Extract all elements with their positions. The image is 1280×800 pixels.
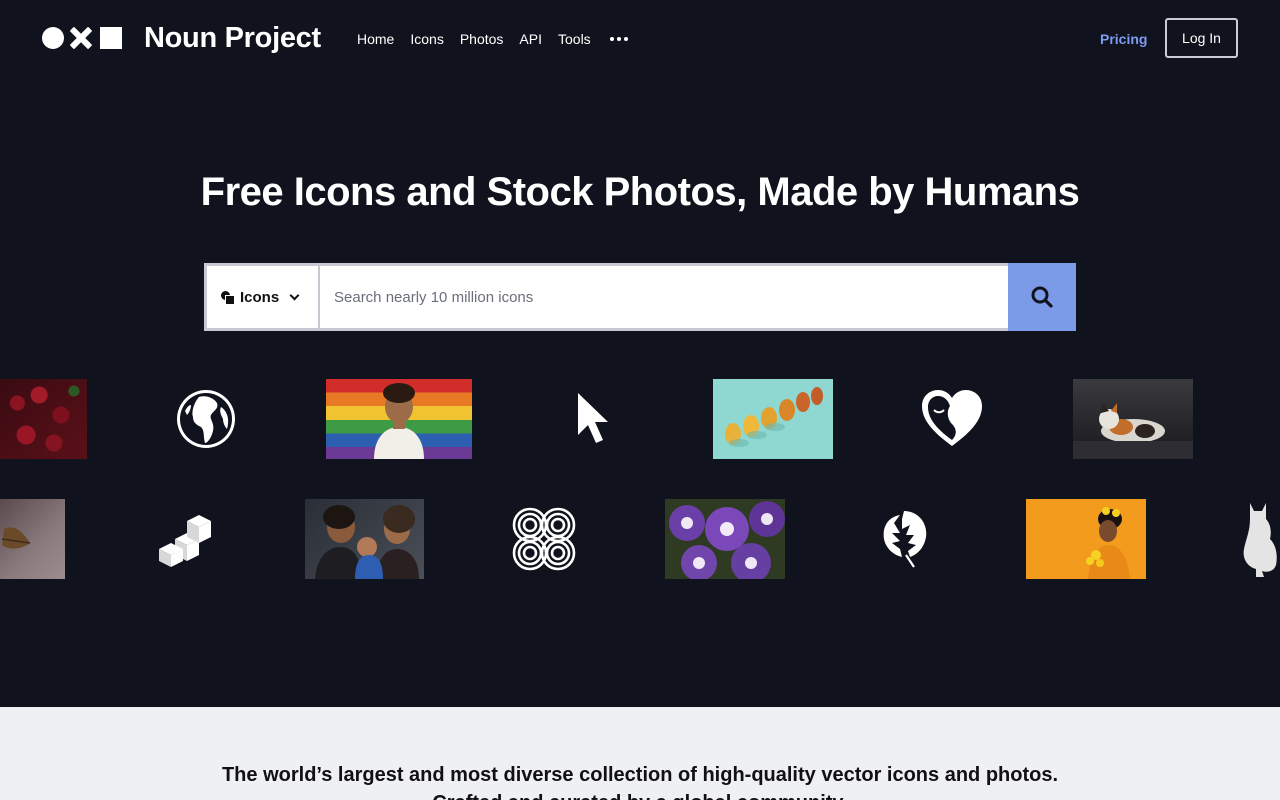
- search-button[interactable]: [1008, 263, 1076, 331]
- search-input[interactable]: [320, 263, 1008, 331]
- purple-petunias-photo[interactable]: [665, 499, 785, 579]
- woman-with-yellow-flowers-photo[interactable]: [1026, 499, 1146, 579]
- family-with-baby-photo[interactable]: [305, 499, 424, 579]
- logo[interactable]: Noun Project: [42, 22, 321, 54]
- cat-silhouette-icon[interactable]: [1236, 499, 1280, 579]
- cursor-icon[interactable]: [574, 391, 610, 447]
- concentric-circles-icon[interactable]: [510, 506, 578, 572]
- pears-photo[interactable]: [713, 379, 833, 459]
- dried-leaf-photo[interactable]: [0, 499, 65, 579]
- logo-mark-icon: [42, 27, 122, 49]
- tagline: The world’s largest and most diverse col…: [221, 764, 1059, 786]
- nav-icons[interactable]: Icons: [410, 30, 443, 48]
- chevron-down-icon: [289, 290, 300, 300]
- monstera-leaf-icon[interactable]: [880, 507, 930, 569]
- nav-api[interactable]: API: [519, 30, 542, 48]
- login-button[interactable]: Log In: [1165, 18, 1238, 58]
- search-type-label: Icons: [240, 288, 280, 306]
- hero-title: Free Icons and Stock Photos, Made by Hum…: [200, 170, 1080, 214]
- search-icon: [1031, 286, 1053, 308]
- search-type-dropdown[interactable]: Icons: [204, 263, 320, 331]
- globe-icon[interactable]: [175, 387, 237, 451]
- icons-type-icon: [221, 290, 235, 305]
- logo-text: Noun Project: [144, 22, 321, 54]
- nav-tools[interactable]: Tools: [558, 30, 591, 48]
- more-menu-icon[interactable]: [609, 30, 628, 48]
- pricing-link[interactable]: Pricing: [1100, 30, 1147, 48]
- nav-home[interactable]: Home: [357, 30, 394, 48]
- calico-cat-photo[interactable]: [1073, 379, 1193, 459]
- pride-flag-portrait-photo[interactable]: [326, 379, 472, 459]
- isometric-cubes-icon[interactable]: [157, 509, 211, 567]
- intro-section: The world’s largest and most diverse col…: [0, 707, 1280, 800]
- nav-photos[interactable]: Photos: [460, 30, 504, 48]
- tagline-second-line: Crafted and curated by a global communit…: [0, 792, 1280, 800]
- site-header: Noun Project Home Icons Photos API Tools…: [0, 0, 1280, 78]
- heart-face-icon[interactable]: [920, 388, 984, 450]
- search-bar: Icons: [204, 263, 1076, 331]
- cherries-photo[interactable]: [0, 379, 87, 459]
- main-nav: Home Icons Photos API Tools: [357, 30, 628, 48]
